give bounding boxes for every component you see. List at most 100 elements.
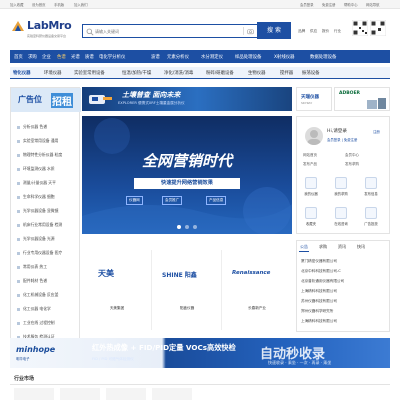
sidebar-item[interactable]: 化工仪器 电化学 [17,306,51,312]
quick-link[interactable]: 广告投放 [361,207,381,237]
news-item[interactable]: 上海精科科技有限公司 [301,289,337,294]
tab-flash[interactable]: 快讯 [357,244,365,250]
user-op-link[interactable]: 发布产品 [303,162,317,167]
carousel-dot[interactable] [193,225,197,229]
hero-banner[interactable]: 全网营销时代 快速提升网络营销效果 仪器网 会员推广 产品信息 [82,116,292,234]
product-thumb[interactable] [152,388,192,400]
news-item[interactable]: 郑州仪器科学研究所 [301,309,333,314]
nav2-item[interactable]: 生物仪器 [248,70,266,76]
header-link[interactable]: 供应 [310,29,317,34]
quick-link[interactable]: 我的求购 [331,177,351,207]
product-thumb[interactable] [14,388,54,400]
register-link[interactable]: 免费注册 [322,2,336,7]
search-icon [86,28,94,36]
search-button[interactable]: 搜 索 [257,22,291,39]
topbar-link[interactable]: 加入收藏 [10,2,24,7]
sidebar-item[interactable]: 测量/计量仪器 天平 [17,180,56,186]
sidebar-item[interactable]: 实验室常用设备 通用 [17,138,58,144]
sidebar-item[interactable]: 行业专用仪器设备 医疗 [17,250,62,256]
hero-title: 全网营销时代 [141,152,232,170]
nav2-item[interactable]: 振荡设备 [302,70,320,76]
app-qr-icon[interactable] [370,20,386,36]
header-link[interactable]: 行业 [334,29,341,34]
product-thumb[interactable] [106,388,146,400]
nav-item[interactable]: 电化学分析仪 [99,54,125,60]
nav-item[interactable]: X射线仪器 [274,54,295,60]
product-thumb[interactable] [60,388,100,400]
nav-item[interactable]: 元素分析仪 [167,54,189,60]
nav-item[interactable]: 企业 [42,54,51,60]
sidebar-item[interactable]: 工业在线 过程控制 [17,320,55,326]
sidebar-ad[interactable]: 广告位 招租 [11,88,81,112]
carousel-dot[interactable] [185,225,189,229]
header-link[interactable]: 报价 [322,29,329,34]
user-op-link[interactable]: 网站首页 [303,153,317,158]
nav2-item[interactable]: 粉碎/研磨设备 [206,70,234,76]
logo-tagline: 实验室科研仪器设备交易平台 [27,34,67,38]
ad-icon [365,207,377,219]
nav2-item[interactable]: 净化/消洗/消毒 [164,70,193,76]
tab-news[interactable]: 资讯 [338,244,346,250]
news-item[interactable]: 北京中科科技有限公司-C [301,269,341,274]
news-item[interactable]: 上海精科科技有限公司 [301,319,337,324]
topbar-link[interactable]: 设为首页 [32,2,46,7]
sitemap-link[interactable]: 网站导航 [366,2,380,7]
nav2-item[interactable]: 物化仪器 [13,70,31,76]
sidebar-item[interactable]: 配件耗材 色谱 [17,278,47,284]
register-button[interactable]: 注册 [373,129,380,134]
user-op-link[interactable]: 发布求购 [345,162,359,167]
site-logo[interactable]: LabMro 实验室科研仪器设备交易平台 [10,14,80,44]
nav2-item[interactable]: 恒温/加热/干燥 [122,70,151,76]
bottom-ad-subtitle: FID / PID 可燃气体检测仪 [92,357,134,361]
partner-card[interactable]: SHINE 阳鑫 阳鑫仪器 [152,250,222,330]
news-item[interactable]: 厦门精密仪器有限公司 [301,259,337,264]
topbar-link[interactable]: 加入我们 [74,2,88,7]
carousel-dot-active[interactable] [177,225,181,229]
nav-item[interactable]: 质谱 [85,54,94,60]
header-link[interactable]: 品牌 [298,29,305,34]
sidebar-item[interactable]: 环境监测仪器 水质 [17,166,55,172]
nav-item[interactable]: 样品处理设备 [235,54,261,60]
nav-home[interactable]: 首页 [14,54,23,60]
nav2-item[interactable]: 环境仪器 [44,70,62,76]
qr-code-icon[interactable] [352,20,368,36]
quick-link[interactable]: 我的仪器 [301,177,321,207]
adboer-ad[interactable]: ADBOER [334,87,390,111]
nav-item[interactable]: 色谱 [57,54,66,60]
partner-card[interactable]: 天美 天美集团 [82,250,152,330]
sidebar-item[interactable]: 生命科学仪器 细胞 [17,194,55,200]
camera-icon[interactable] [247,28,254,35]
quick-link[interactable]: 发布信息 [361,177,381,207]
nav-item[interactable]: 光谱 [71,54,80,60]
tab-request[interactable]: 求购 [319,244,327,250]
nav2-item[interactable]: 实验室常用设备 [74,70,105,76]
sidebar-item[interactable]: 光学仪器设备 光源 [17,236,55,242]
partner-card[interactable]: Renaissance 长春新产业 [222,250,292,330]
user-op-link[interactable]: 会员中心 [345,153,359,158]
sidebar-item[interactable]: 化工机械设备 反应釜 [17,292,58,298]
topbar-link[interactable]: 手机版 [54,2,64,7]
skyray-ad[interactable]: 天瑞仪器 SKYRAY [296,87,332,111]
nav-item[interactable]: 波谱 [151,54,160,60]
news-item[interactable]: 北京普析通用仪器有限公司 [301,279,344,284]
nav-item[interactable]: 数据处理设备 [310,54,336,60]
bottom-banner-ad[interactable]: minhope 明华电子 红外热成像 + FID/PID定量 VOCs高效快检 … [10,338,390,368]
search-input[interactable] [95,27,245,36]
sidebar-item[interactable]: 分析仪器 色谱 [17,124,47,130]
sidebar-item[interactable]: 机床行业常用设备 检测 [17,222,62,228]
user-auth-links[interactable]: 会员登录 | 免费注册 [327,137,357,142]
top-banner-ad[interactable]: 土壤普查 面向未来 EXPLORER 便携式XRF土壤重金属分析仪 [82,87,292,111]
news-item[interactable]: 苏州仪器科技有限公司 [301,299,337,304]
nav-item[interactable]: 水分测定仪 [201,54,223,60]
sidebar-item[interactable]: 物理特性分析仪器 粒度 [17,152,62,158]
login-link[interactable]: 会员登录 [300,2,314,7]
quick-link[interactable]: 在线咨询 [331,207,351,237]
help-link[interactable]: 帮助中心 [344,2,358,7]
sidebar-item[interactable]: 光学仪器设备 显微镜 [17,208,58,214]
quick-link[interactable]: 收藏夹 [301,207,321,237]
nav-item[interactable]: 求购 [28,54,37,60]
tab-notice[interactable]: 公告 [300,244,308,250]
search-divider [243,27,244,35]
nav2-item[interactable]: 搅拌器 [280,70,293,76]
sidebar-item[interactable]: 常用仪表 热工 [17,264,47,270]
